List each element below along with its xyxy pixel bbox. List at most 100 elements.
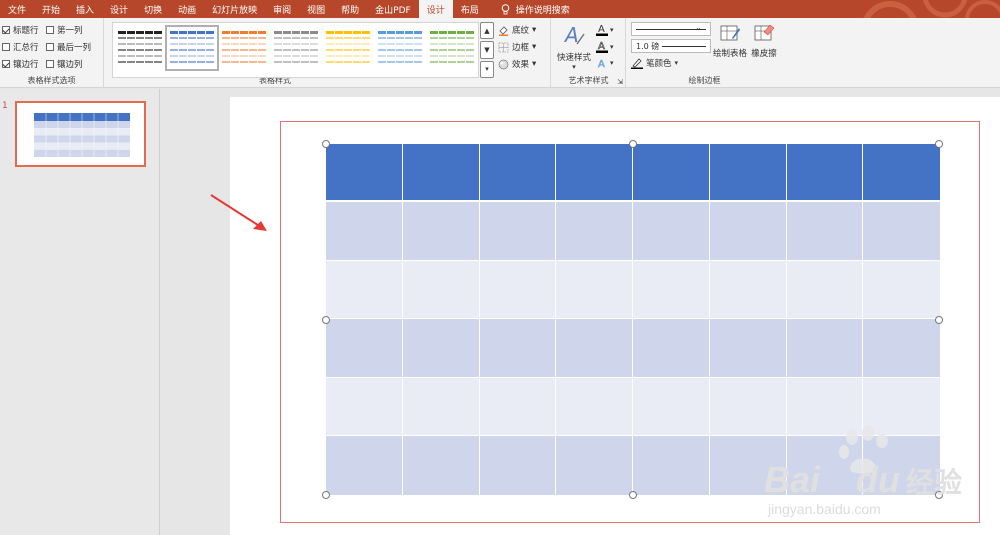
text-effects-button[interactable]: A ▾ (596, 57, 614, 69)
table-header-cell[interactable] (556, 144, 633, 202)
pen-color-button[interactable]: 笔颜色 ▾ (631, 57, 678, 69)
gallery-up-button[interactable]: ▲ (480, 22, 494, 40)
slide-thumbnail[interactable] (15, 101, 146, 167)
table-cell[interactable] (633, 377, 710, 437)
tell-me-search[interactable]: 操作说明搜索 (493, 0, 578, 18)
table-cell[interactable] (326, 319, 403, 378)
gallery-down-button[interactable]: ▼ (480, 41, 494, 59)
table-header-cell[interactable] (326, 144, 403, 202)
table-cell[interactable] (479, 202, 557, 261)
resize-handle-bottom[interactable] (629, 491, 637, 499)
table-header-cell[interactable] (402, 144, 480, 202)
table-cell[interactable] (709, 260, 787, 320)
resize-handle-left[interactable] (322, 316, 330, 324)
table-cell[interactable] (556, 319, 633, 378)
checkbox-banded-columns[interactable] (46, 60, 54, 68)
table-cell[interactable] (326, 202, 403, 261)
table-cell[interactable] (709, 377, 787, 437)
table-cell[interactable] (479, 319, 557, 378)
tab-pdf[interactable]: 金山PDF (367, 0, 419, 18)
table-cell[interactable] (786, 436, 864, 495)
table-cell[interactable] (786, 377, 864, 437)
table-cell[interactable] (556, 260, 633, 320)
table-cell[interactable] (709, 202, 787, 261)
tab-table-design[interactable]: 设计 (418, 0, 453, 18)
resize-handle-top-left[interactable] (322, 140, 330, 148)
table[interactable] (326, 144, 940, 495)
resize-handle-top[interactable] (629, 140, 637, 148)
table-style-thumbnail[interactable] (221, 29, 267, 67)
draw-table-button[interactable]: 绘制表格 (713, 22, 747, 59)
tab-slideshow[interactable]: 幻灯片放映 (204, 0, 265, 18)
table-cell[interactable] (633, 260, 710, 320)
text-fill-button[interactable]: A ▾ (596, 23, 614, 36)
table-cell[interactable] (863, 319, 940, 378)
option-banded-rows[interactable]: 镶边行 (2, 58, 39, 70)
table-cell[interactable] (556, 377, 633, 437)
eraser-button[interactable]: 橡皮擦 (747, 22, 781, 59)
checkbox-first-column[interactable] (46, 26, 54, 34)
table-cell[interactable] (402, 202, 480, 261)
table-cell[interactable] (633, 319, 710, 378)
option-banded-columns[interactable]: 镶边列 (46, 58, 83, 70)
tab-view[interactable]: 视图 (299, 0, 333, 18)
table-cell[interactable] (402, 260, 480, 320)
checkbox-last-column[interactable] (46, 43, 54, 51)
table-cell[interactable] (863, 377, 940, 437)
table-cell[interactable] (402, 436, 480, 495)
chevron-down-icon[interactable]: ⌄ (695, 23, 702, 32)
resize-handle-bottom-right[interactable] (935, 491, 943, 499)
tab-table-layout[interactable]: 布局 (453, 0, 487, 18)
checkbox-banded-rows[interactable] (2, 60, 10, 68)
dialog-launcher-icon[interactable]: ⇲ (617, 78, 623, 86)
tab-help[interactable]: 帮助 (333, 0, 367, 18)
option-first-column[interactable]: 第一列 (46, 24, 83, 36)
table-cell[interactable] (863, 436, 940, 495)
table-cell[interactable] (479, 260, 557, 320)
gallery-more-button[interactable]: ▾ (480, 60, 494, 78)
table-cell[interactable] (786, 202, 864, 261)
option-total-row[interactable]: 汇总行 (2, 41, 39, 53)
quick-styles-button[interactable]: A 快速样式 ▾ (556, 22, 592, 72)
shading-button[interactable]: 底纹 ▾ (498, 24, 536, 36)
table-cell[interactable] (556, 202, 633, 261)
option-last-column[interactable]: 最后一列 (46, 41, 91, 53)
tab-review[interactable]: 审阅 (265, 0, 299, 18)
table-header-cell[interactable] (633, 144, 710, 202)
table-header-cell[interactable] (786, 144, 864, 202)
table-cell[interactable] (402, 319, 480, 378)
tab-design[interactable]: 设计 (102, 0, 136, 18)
table-style-thumbnail[interactable] (117, 29, 163, 67)
table-cell[interactable] (786, 260, 864, 320)
effects-button[interactable]: 效果 ▾ (498, 58, 536, 70)
tab-file[interactable]: 文件 (0, 0, 34, 18)
table-cell[interactable] (402, 377, 480, 437)
table-cell[interactable] (326, 436, 403, 495)
resize-handle-right[interactable] (935, 316, 943, 324)
tab-home[interactable]: 开始 (34, 0, 68, 18)
table-cell[interactable] (633, 436, 710, 495)
table-header-cell[interactable] (479, 144, 557, 202)
tab-insert[interactable]: 插入 (68, 0, 102, 18)
table-style-thumbnail[interactable] (377, 29, 423, 67)
table-cell[interactable] (633, 202, 710, 261)
table-style-thumbnail[interactable] (273, 29, 319, 67)
table-cell[interactable] (326, 377, 403, 437)
pen-weight-dropdown[interactable]: 1.0 磅 (631, 39, 711, 53)
resize-handle-bottom-left[interactable] (322, 491, 330, 499)
table-style-thumbnail[interactable] (325, 29, 371, 67)
table-cell[interactable] (326, 260, 403, 320)
table-cell[interactable] (863, 260, 940, 320)
checkbox-header-row[interactable] (2, 26, 10, 34)
table-cell[interactable] (709, 319, 787, 378)
table-cell[interactable] (786, 319, 864, 378)
table-style-thumbnail[interactable] (429, 29, 475, 67)
checkbox-total-row[interactable] (2, 43, 10, 51)
table-cell[interactable] (709, 436, 787, 495)
table-header-cell[interactable] (709, 144, 787, 202)
text-outline-button[interactable]: A ▾ (596, 40, 614, 53)
option-header-row[interactable]: 标题行 (2, 24, 39, 36)
table-cell[interactable] (863, 202, 940, 261)
table-cell[interactable] (556, 436, 633, 495)
table-header-cell[interactable] (863, 144, 940, 202)
